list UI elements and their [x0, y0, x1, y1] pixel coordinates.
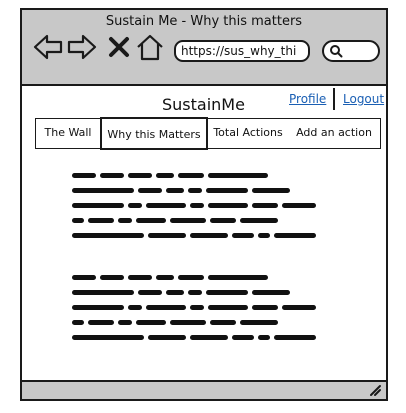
placeholder-paragraph-1: [70, 170, 348, 248]
home-button[interactable]: [134, 32, 166, 62]
close-icon: [109, 37, 129, 57]
status-bar: [22, 380, 386, 399]
title-bar: Sustain Me - Why this matters https://su…: [22, 10, 386, 86]
back-button[interactable]: [32, 32, 64, 62]
search-icon: [330, 45, 343, 58]
site-brand: SustainMe: [162, 95, 245, 114]
forward-button[interactable]: [66, 32, 98, 62]
address-bar[interactable]: https://sus_why_thi: [174, 40, 310, 62]
header-divider: [333, 88, 335, 110]
arrow-left-icon: [33, 34, 63, 60]
home-icon: [137, 34, 163, 61]
arrow-right-icon: [67, 34, 97, 60]
logout-link[interactable]: Logout: [343, 92, 384, 106]
search-field[interactable]: [322, 40, 380, 62]
placeholder-paragraph-2: [70, 272, 348, 350]
content-area: [70, 170, 348, 350]
profile-link[interactable]: Profile: [289, 92, 326, 106]
tab-bar: The Wall Why this Matters Total Actions …: [35, 117, 381, 150]
resize-grip-icon[interactable]: [368, 383, 382, 397]
browser-window: Sustain Me - Why this matters https://su…: [20, 8, 388, 401]
tab-the-wall[interactable]: The Wall: [36, 119, 100, 148]
stop-button[interactable]: [106, 32, 132, 62]
window-title: Sustain Me - Why this matters: [105, 14, 303, 29]
tab-why-this-matters[interactable]: Why this Matters: [100, 117, 208, 150]
tab-add-an-action[interactable]: Add an action: [288, 119, 380, 148]
tab-total-actions[interactable]: Total Actions: [208, 119, 288, 148]
